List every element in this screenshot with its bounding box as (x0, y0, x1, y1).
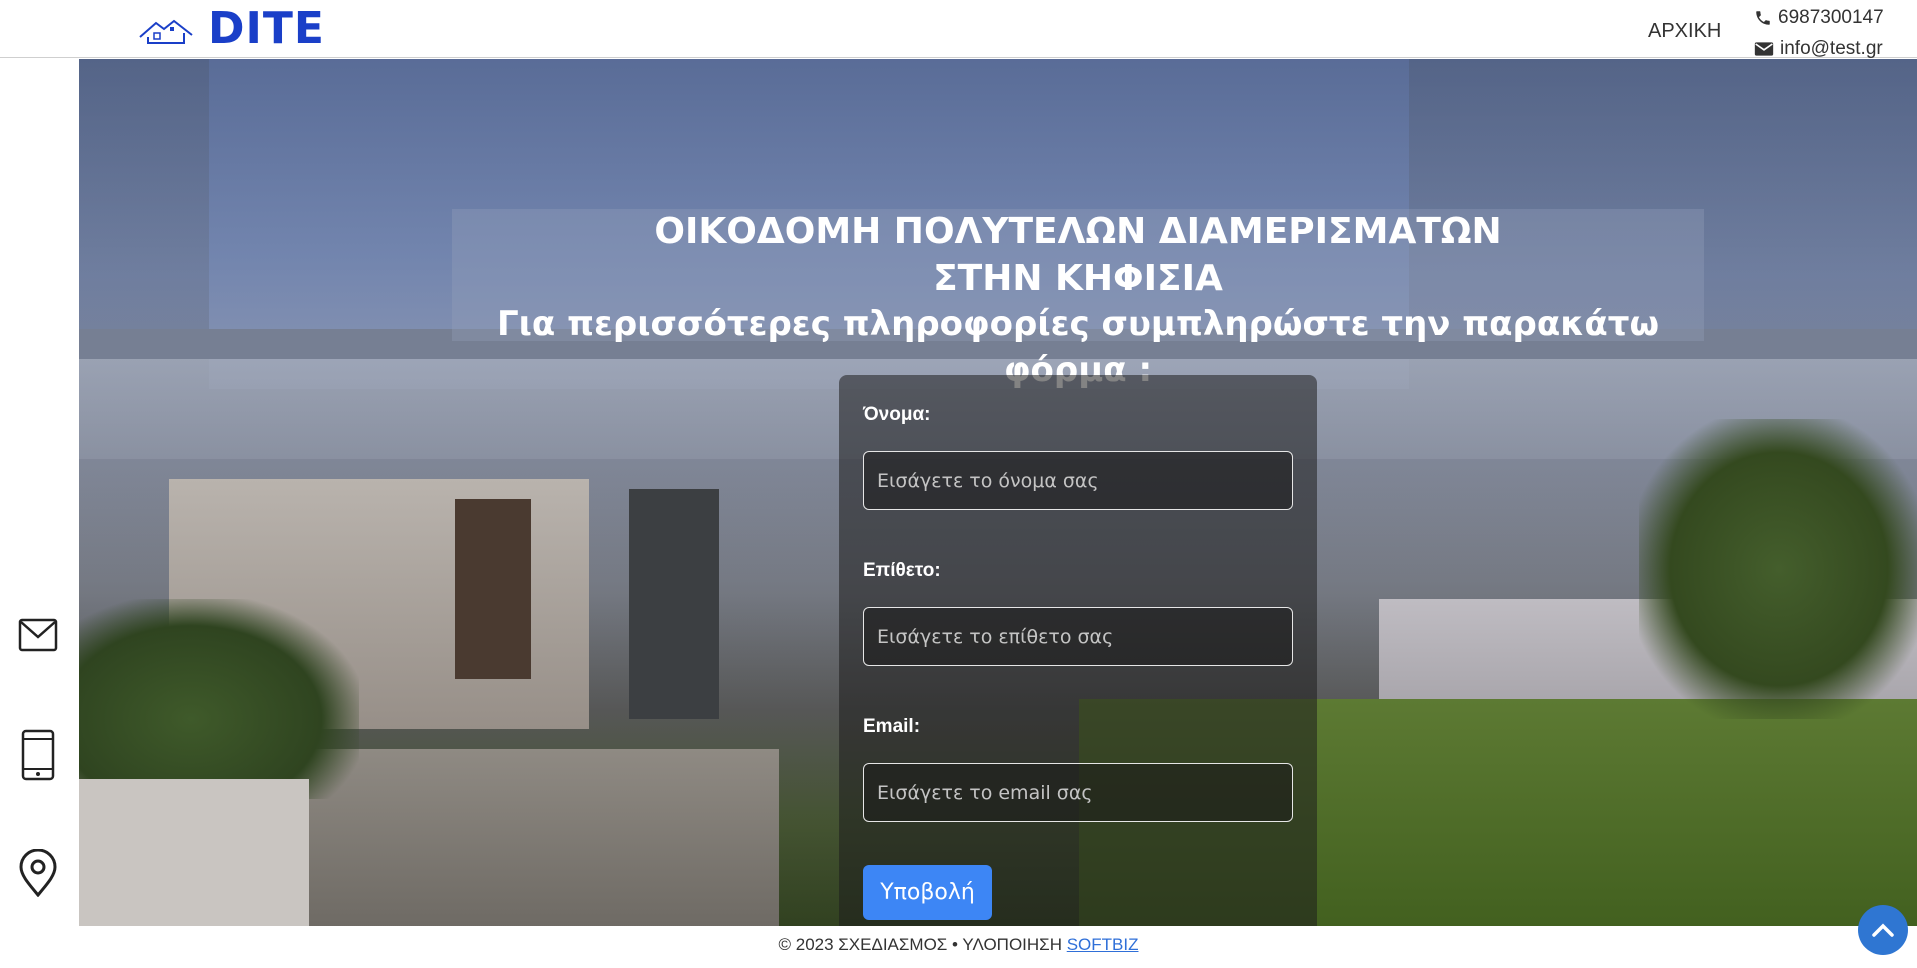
hero-title-line1: ΟΙΚΟΔΟΜΗ ΠΟΛΥΤΕΛΩΝ ΔΙΑΜΕΡΙΣΜΑΤΩΝ (654, 211, 1502, 252)
back-to-top-button[interactable] (1858, 905, 1908, 955)
footer-text: © 2023 ΣΧΕΔΙΑΣΜΟΣ • ΥΛΟΠΟΙΗΣΗ (778, 935, 1062, 954)
name-input[interactable] (863, 451, 1293, 510)
hero-background: ΟΙΚΟΔΟΜΗ ΠΟΛΥΤΕΛΩΝ ΔΙΑΜΕΡΙΣΜΑΤΩΝ ΣΤΗΝ ΚΗ… (79, 59, 1917, 926)
header-phone-text: 6987300147 (1778, 6, 1884, 28)
submit-button[interactable]: Υποβολή (863, 865, 992, 920)
house-logo-icon (139, 19, 193, 44)
contact-form: Όνομα: Επίθετο: Email: Υποβολή (839, 375, 1317, 926)
email-label: Email: (863, 716, 921, 737)
logo[interactable]: DITE (138, 4, 325, 54)
location-pin-icon[interactable] (18, 849, 58, 897)
site-header: DITE ΑΡΧΙΚΗ 6987300147 info@test.gr (0, 0, 1917, 59)
envelope-icon (1754, 41, 1774, 56)
nav-home-link[interactable]: ΑΡΧΙΚΗ (1648, 20, 1721, 43)
footer: © 2023 ΣΧΕΔΙΑΣΜΟΣ • ΥΛΟΠΟΙΗΣΗ SOFTBIZ (0, 935, 1917, 955)
footer-softbiz-link[interactable]: SOFTBIZ (1067, 935, 1139, 954)
left-contact-rail (0, 59, 79, 926)
logo-text: DITE (208, 3, 325, 54)
header-phone[interactable]: 6987300147 (1754, 2, 1884, 33)
phone-icon (1756, 10, 1770, 25)
email-input[interactable] (863, 763, 1293, 822)
mail-icon[interactable] (18, 618, 58, 652)
hero-title-line2: ΣΤΗΝ ΚΗΦΙΣΙΑ (933, 258, 1223, 299)
surname-input[interactable] (863, 607, 1293, 666)
name-label: Όνομα: (863, 404, 931, 425)
header-email-text: info@test.gr (1780, 37, 1883, 59)
surname-label: Επίθετο: (863, 560, 941, 581)
chevron-up-icon (1872, 923, 1894, 937)
mobile-icon[interactable] (18, 729, 58, 781)
header-contacts: 6987300147 info@test.gr (1754, 2, 1884, 64)
